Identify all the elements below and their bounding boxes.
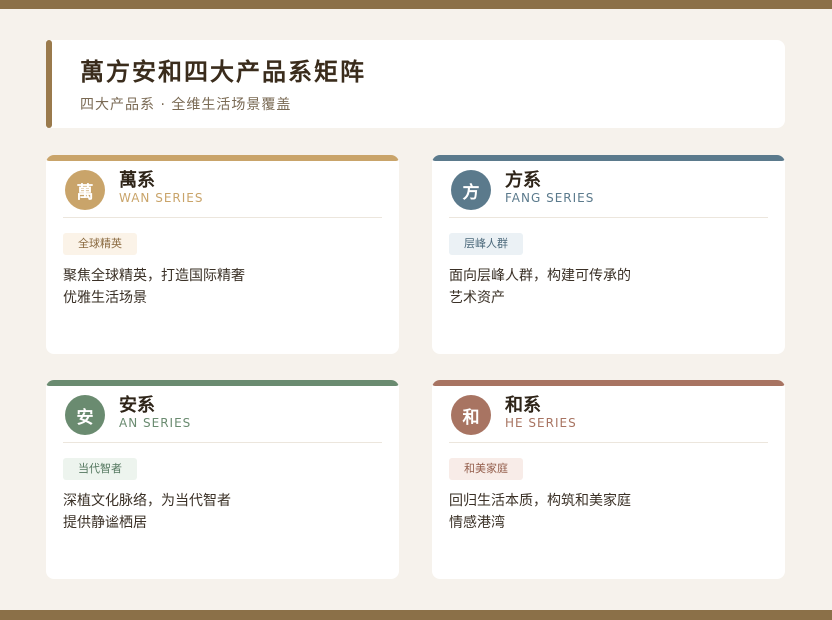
card-description-line: 情感港湾 [449,515,505,531]
card-description-line: 优雅生活场景 [63,290,147,306]
an-series-badge-icon: 安 [65,395,105,435]
card-audience-tag: 当代智者 [63,458,137,480]
series-card-fang: 方 方系 FANG SERIES 层峰人群 面向层峰人群，构建可传承的 艺术资产 [432,155,785,354]
series-card-he: 和 和系 HE SERIES 和美家庭 回归生活本质，构筑和美家庭 情感港湾 [432,380,785,579]
card-description: 深植文化脉络，为当代智者 提供静谧栖居 [63,490,231,534]
card-description: 面向层峰人群，构建可传承的 艺术资产 [449,265,631,309]
fang-series-badge-icon: 方 [451,170,491,210]
card-title: 萬系 [119,170,155,191]
card-description: 聚焦全球精英，打造国际精奢 优雅生活场景 [63,265,245,309]
page-title: 萬方安和四大产品系矩阵 [80,58,366,86]
he-series-badge-icon: 和 [451,395,491,435]
top-border-bar [0,0,832,9]
series-card-wan: 萬 萬系 WAN SERIES 全球精英 聚焦全球精英，打造国际精奢 优雅生活场… [46,155,399,354]
card-title: 方系 [505,170,541,191]
card-description-line: 面向层峰人群，构建可传承的 [449,268,631,284]
card-series-label: HE SERIES [505,416,577,430]
card-accent-line [46,380,399,386]
page-subtitle: 四大产品系 · 全维生活场景覆盖 [80,97,292,113]
card-description-line: 聚焦全球精英，打造国际精奢 [63,268,245,284]
card-description-line: 回归生活本质，构筑和美家庭 [449,493,631,509]
bottom-border-bar [0,610,832,620]
card-divider [449,217,768,218]
card-accent-line [46,155,399,161]
card-accent-line [432,155,785,161]
card-audience-tag: 和美家庭 [449,458,523,480]
card-title: 安系 [119,395,155,416]
card-description-line: 艺术资产 [449,290,505,306]
card-series-label: AN SERIES [119,416,192,430]
card-divider [449,442,768,443]
card-description-line: 提供静谧栖居 [63,515,147,531]
header-accent-bar [46,40,52,128]
card-description: 回归生活本质，构筑和美家庭 情感港湾 [449,490,631,534]
card-audience-tag: 全球精英 [63,233,137,255]
card-series-label: FANG SERIES [505,191,595,205]
card-divider [63,442,382,443]
card-audience-tag: 层峰人群 [449,233,523,255]
card-series-label: WAN SERIES [119,191,204,205]
header-panel: 萬方安和四大产品系矩阵 四大产品系 · 全维生活场景覆盖 [46,40,785,128]
series-card-an: 安 安系 AN SERIES 当代智者 深植文化脉络，为当代智者 提供静谧栖居 [46,380,399,579]
card-accent-line [432,380,785,386]
card-divider [63,217,382,218]
wan-series-badge-icon: 萬 [65,170,105,210]
card-title: 和系 [505,395,541,416]
card-description-line: 深植文化脉络，为当代智者 [63,493,231,509]
